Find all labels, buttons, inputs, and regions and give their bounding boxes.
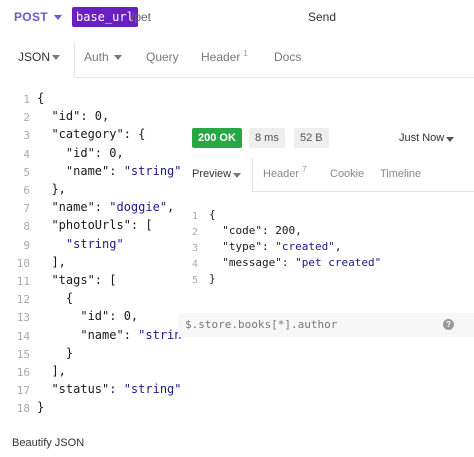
status-badge: 200 OK (192, 128, 242, 148)
line-number: 3 (191, 243, 198, 254)
line-number: 2 (23, 111, 30, 125)
line-number-gutter: 1 2 3 4 5 6 7 8 9 10 11 12 13 14 15 16 1… (0, 91, 30, 419)
line-number: 6 (23, 184, 30, 198)
tab-preview[interactable]: Preview (192, 168, 231, 180)
tab-auth[interactable]: Auth (84, 50, 109, 64)
response-filter-input[interactable]: $.store.books[*].author (185, 318, 337, 331)
chevron-down-icon[interactable] (446, 137, 454, 142)
tab-label: Header (201, 50, 241, 64)
line-number: 8 (23, 220, 30, 234)
response-line-gutter: 1 2 3 4 5 (182, 209, 198, 289)
chevron-down-icon[interactable] (52, 55, 60, 60)
line-number: 16 (16, 366, 30, 380)
line-number: 2 (191, 227, 198, 238)
line-number: 1 (191, 211, 198, 222)
line-number: 7 (23, 202, 30, 216)
line-number: 3 (23, 129, 30, 143)
tab-header[interactable]: Header 1 (201, 49, 248, 64)
line-number: 14 (16, 329, 30, 343)
line-number: 17 (16, 384, 30, 398)
tab-label: Docs (274, 50, 302, 64)
tab-label: Cookie (330, 168, 365, 180)
tab-timeline[interactable]: Timeline (380, 168, 421, 180)
line-number: 12 (16, 293, 30, 307)
tab-json[interactable]: JSON (18, 50, 50, 64)
tab-cookie[interactable]: Cookie (330, 168, 364, 180)
line-number: 15 (16, 347, 30, 361)
tab-label: Preview (192, 168, 232, 180)
tab-label: Timeline (380, 168, 422, 180)
send-button[interactable]: Send (308, 10, 336, 24)
tab-docs[interactable]: Docs (274, 50, 301, 64)
tab-label: Query (146, 50, 179, 64)
chevron-down-icon[interactable] (54, 15, 62, 20)
request-body-editor[interactable]: { "id": 0, "category": { "id": 0, "name"… (37, 89, 196, 417)
method-selector[interactable]: POST (14, 10, 48, 24)
response-body-viewer: { "code": 200, "type": "created", "messa… (209, 208, 382, 285)
tab-query[interactable]: Query (146, 50, 179, 64)
tab-label: JSON (18, 50, 51, 64)
help-icon[interactable]: ? (443, 319, 454, 330)
line-number: 5 (23, 165, 30, 179)
chevron-down-icon[interactable] (233, 173, 241, 178)
url-path[interactable]: /pet (131, 10, 151, 24)
chevron-down-icon[interactable] (114, 55, 122, 60)
beautify-json-button[interactable]: Beautify JSON (12, 437, 84, 449)
line-number: 5 (191, 275, 198, 286)
response-time-badge: 8 ms (249, 128, 285, 148)
line-number: 10 (16, 256, 30, 270)
tab-response-header[interactable]: Header 7 (263, 165, 307, 180)
tab-label: Auth (84, 50, 109, 64)
url-base-variable[interactable]: base_url (72, 7, 138, 27)
line-number: 13 (16, 311, 30, 325)
line-number: 11 (16, 275, 30, 289)
line-number: 4 (23, 147, 30, 161)
line-number: 1 (23, 93, 30, 106)
header-count-badge: 1 (243, 49, 248, 58)
response-size-badge: 52 B (294, 128, 329, 148)
line-number: 9 (23, 238, 30, 252)
tab-label: Header (263, 168, 300, 180)
line-number: 18 (16, 402, 30, 416)
history-dropdown[interactable]: Just Now (399, 132, 444, 144)
line-number: 4 (191, 259, 198, 270)
header-count-badge: 7 (302, 165, 307, 174)
